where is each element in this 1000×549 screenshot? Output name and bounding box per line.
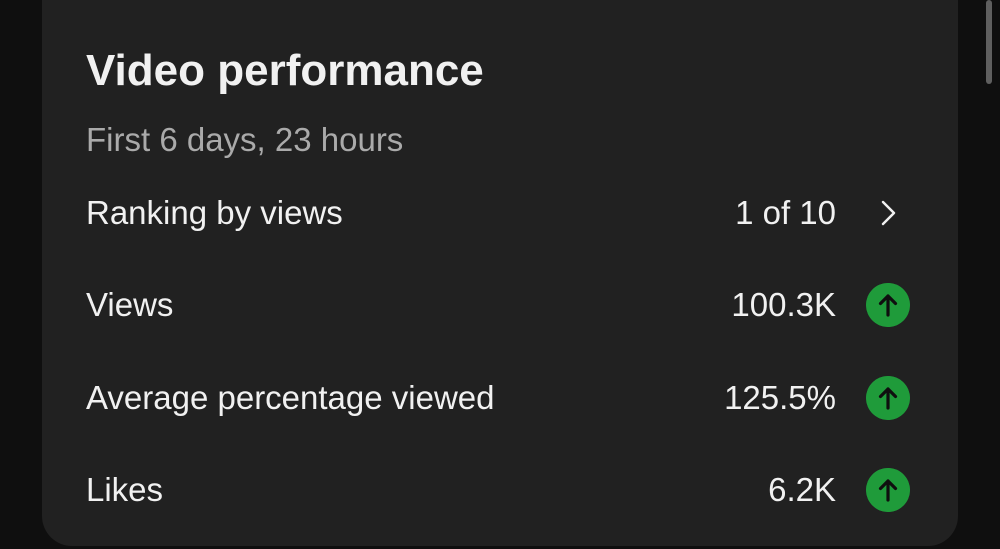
scrollbar[interactable]	[986, 0, 992, 84]
arrow-up-circle-icon	[866, 376, 910, 420]
metric-row-ranking[interactable]: Ranking by views 1 of 10	[42, 178, 958, 248]
metric-label: Views	[86, 286, 174, 323]
arrow-up-circle-icon	[866, 283, 910, 327]
chevron-right-icon[interactable]	[866, 191, 910, 235]
metric-value: 100.3K	[731, 286, 836, 323]
metric-row-views: Views 100.3K	[42, 270, 958, 340]
metric-row-likes: Likes 6.2K	[42, 455, 958, 525]
metric-value: 125.5%	[724, 379, 836, 416]
metric-label: Average percentage viewed	[86, 379, 495, 416]
card-title: Video performance	[86, 46, 484, 95]
metric-row-average-percentage-viewed: Average percentage viewed 125.5%	[42, 363, 958, 433]
metric-value: 1 of 10	[735, 194, 836, 231]
card-subtitle: First 6 days, 23 hours	[86, 121, 404, 158]
metric-label: Likes	[86, 471, 164, 508]
metric-label: Ranking by views	[86, 194, 343, 231]
metric-value: 6.2K	[768, 471, 836, 508]
arrow-up-circle-icon	[866, 468, 910, 512]
